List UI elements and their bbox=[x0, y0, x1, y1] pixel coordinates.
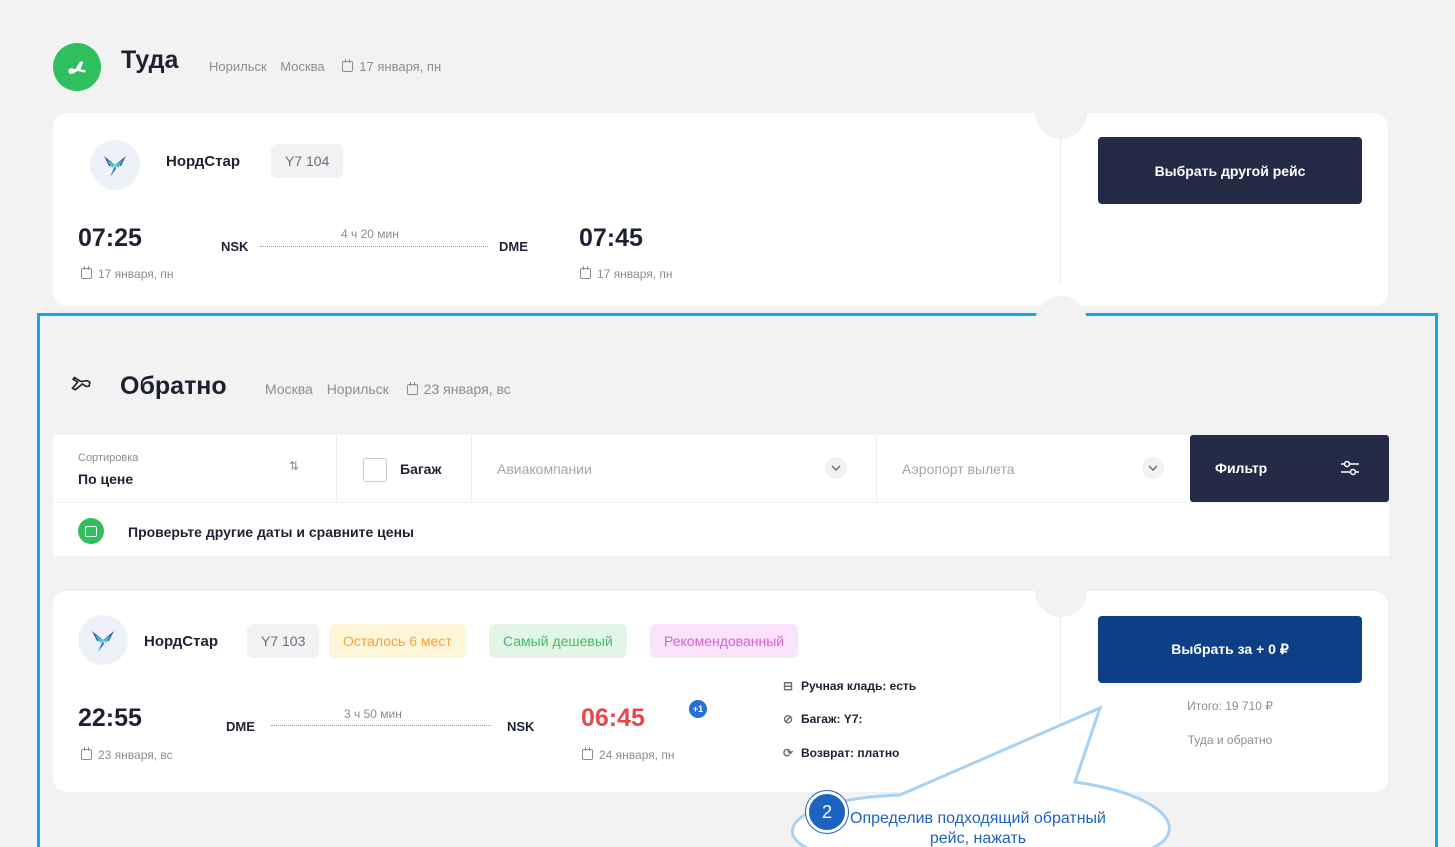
inbound-title: Обратно bbox=[120, 372, 227, 400]
next-day-badge: +1 bbox=[689, 700, 707, 718]
sliders-icon bbox=[1340, 460, 1360, 481]
route-line bbox=[260, 246, 488, 247]
card-notch-top bbox=[1035, 591, 1087, 617]
sort-order-icon: ⇅ bbox=[289, 459, 300, 473]
departure-date-text: 17 января, пн bbox=[98, 267, 174, 281]
arrival-date: 17 января, пн bbox=[580, 266, 673, 281]
flight-number-chip: Y7 103 bbox=[247, 624, 320, 658]
airline-name: НордСтар bbox=[166, 153, 240, 170]
filter-bar: Сортировка По цене ⇅ Багаж Авиакомпании … bbox=[53, 435, 1389, 502]
inbound-from: Москва bbox=[265, 381, 313, 397]
outbound-date: 17 января, пн bbox=[359, 59, 442, 74]
airline-logo bbox=[78, 615, 128, 665]
departure-code: DME bbox=[226, 719, 255, 734]
departure-time: 07:25 bbox=[78, 224, 142, 252]
callout-step-badge: 2 bbox=[806, 791, 848, 833]
calendar-icon bbox=[580, 266, 591, 279]
hand-luggage-text: Ручная кладь: есть bbox=[801, 679, 917, 693]
filter-divider bbox=[336, 435, 337, 502]
bag-icon: ⊟ bbox=[783, 679, 794, 693]
calendar-icon bbox=[81, 266, 92, 279]
calendar-icon bbox=[78, 518, 104, 544]
airlines-select[interactable]: Авиакомпании bbox=[472, 435, 876, 502]
sort-value: По цене bbox=[78, 471, 134, 487]
airport-placeholder: Аэропорт вылета bbox=[902, 461, 1015, 477]
airport-select[interactable]: Аэропорт вылета bbox=[877, 435, 1190, 502]
calendar-icon bbox=[406, 382, 418, 395]
baggage-label: Багаж bbox=[400, 461, 442, 477]
inbound-route: Москва Норильск 23 января, вс bbox=[265, 381, 511, 397]
date-hint-text: Проверьте другие даты и сравните цены bbox=[128, 524, 414, 540]
route-line bbox=[271, 725, 491, 726]
callout-text: Определив подходящий обратный рейс, нажа… bbox=[850, 810, 1106, 847]
sort-caption: Сортировка bbox=[78, 452, 139, 464]
outbound-to: Москва bbox=[280, 59, 325, 74]
arrival-time: 07:45 bbox=[579, 224, 643, 252]
choose-another-flight-button[interactable]: Выбрать другой рейс bbox=[1098, 137, 1362, 204]
calendar-icon bbox=[342, 59, 354, 72]
inbound-to: Норильск bbox=[326, 381, 389, 397]
baggage-checkbox[interactable] bbox=[363, 458, 387, 482]
calendar-icon bbox=[81, 747, 92, 760]
airlines-placeholder: Авиакомпании bbox=[497, 461, 592, 477]
chevron-down-icon bbox=[1142, 457, 1164, 479]
inbound-date: 23 января, вс bbox=[423, 381, 511, 397]
arrival-time: 06:45 bbox=[581, 704, 645, 732]
arrival-date-text: 24 января, пн bbox=[599, 748, 675, 762]
departure-date: 17 января, пн bbox=[81, 266, 174, 281]
badge-cheapest: Самый дешевый bbox=[489, 624, 627, 658]
card-divider bbox=[1060, 135, 1061, 285]
card-notch-top bbox=[1035, 113, 1087, 139]
flight-number-chip: Y7 104 bbox=[271, 144, 344, 178]
inbound-icon bbox=[62, 374, 92, 403]
date-hint-bar[interactable]: Проверьте другие даты и сравните цены bbox=[53, 502, 1389, 556]
filter-label: Фильтр bbox=[1215, 460, 1268, 476]
sort-select[interactable]: Сортировка По цене ⇅ bbox=[53, 435, 336, 502]
outbound-title: Туда bbox=[121, 46, 179, 74]
outbound-from: Норильск bbox=[209, 59, 267, 74]
arrival-code: DME bbox=[499, 239, 528, 254]
hand-luggage-row: ⊟ Ручная кладь: есть bbox=[783, 679, 916, 693]
airline-logo bbox=[90, 140, 140, 190]
arrival-code: NSK bbox=[507, 719, 535, 734]
departure-code: NSK bbox=[221, 239, 249, 254]
departure-date-text: 23 января, вс bbox=[98, 748, 173, 762]
airline-name: НордСтар bbox=[144, 633, 218, 650]
outbound-icon bbox=[53, 43, 101, 91]
flight-duration: 3 ч 50 мин bbox=[344, 707, 402, 721]
badge-seats-left: Осталось 6 мест bbox=[329, 624, 466, 658]
filter-button[interactable]: Фильтр bbox=[1190, 435, 1389, 502]
select-flight-button[interactable]: Выбрать за + 0 ₽ bbox=[1098, 616, 1362, 683]
chevron-down-icon bbox=[825, 457, 847, 479]
badge-recommended: Рекомендованный bbox=[650, 624, 799, 658]
departure-time: 22:55 bbox=[78, 704, 142, 732]
arrival-date: 24 января, пн bbox=[582, 747, 675, 762]
calendar-icon bbox=[582, 747, 593, 760]
outbound-flight-card: НордСтар Y7 104 07:25 NSK 4 ч 20 мин DME… bbox=[53, 113, 1388, 306]
flight-duration: 4 ч 20 мин bbox=[341, 227, 399, 241]
outbound-route: Норильск Москва 17 января, пн bbox=[209, 59, 441, 74]
arrival-date-text: 17 января, пн bbox=[597, 267, 673, 281]
departure-date: 23 января, вс bbox=[81, 747, 173, 762]
